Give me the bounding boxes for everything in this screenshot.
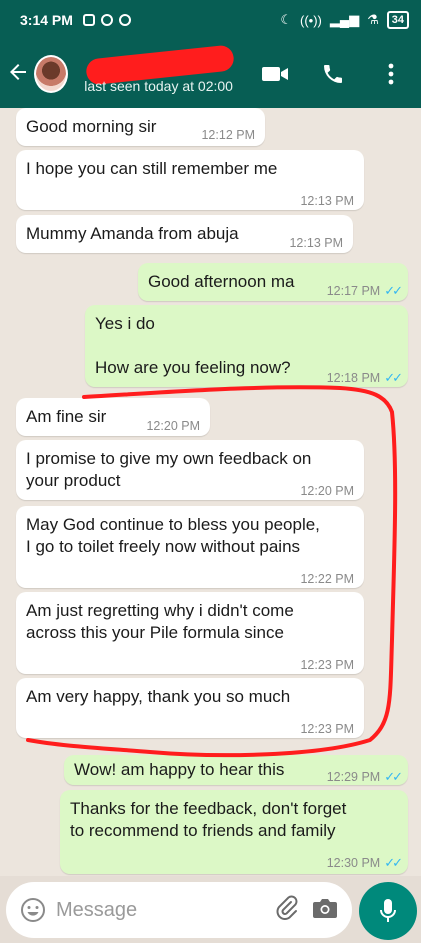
message-text-line: I promise to give my own feedback on — [26, 449, 312, 468]
emoji-icon[interactable] — [20, 897, 46, 923]
camera-icon[interactable] — [312, 897, 338, 924]
message-time: 12:20 PM — [146, 419, 200, 433]
message-input[interactable] — [56, 898, 256, 922]
message-bubble[interactable]: I promise to give my own feedback on you… — [16, 440, 364, 500]
message-bubble[interactable]: Am fine sir 12:20 PM — [16, 398, 210, 436]
back-arrow-icon[interactable] — [6, 60, 34, 88]
message-bubble[interactable]: Mummy Amanda from abuja 12:13 PM — [16, 215, 353, 253]
message-text: Good afternoon ma — [148, 272, 295, 291]
message-time: 12:23 PM — [300, 722, 354, 736]
message-bubble[interactable]: Good afternoon ma 12:17 PM ✓✓ — [138, 263, 408, 301]
message-time: 12:22 PM — [300, 572, 354, 586]
message-bubble[interactable]: May God continue to bless you people, I … — [16, 506, 364, 588]
last-seen-status: last seen today at 02:00 — [84, 78, 233, 94]
message-bubble[interactable]: Yes i do How are you feeling now? 12:18 … — [85, 305, 408, 387]
more-options-icon[interactable] — [377, 60, 405, 88]
whatsapp-notification-icon — [100, 14, 113, 26]
message-bubble[interactable]: Good morning sir 12:12 PM — [16, 108, 265, 146]
do-not-disturb-icon: ☾ — [280, 12, 292, 27]
battery-icon: 34 — [386, 11, 409, 29]
message-time: 12:23 PM — [300, 658, 354, 672]
message-composer — [6, 882, 352, 938]
read-receipt-icon: ✓✓ — [384, 855, 403, 870]
message-time: 12:20 PM — [300, 484, 354, 498]
message-bubble[interactable]: Am just regretting why i didn't come acr… — [16, 592, 364, 674]
message-bubble[interactable]: Am very happy, thank you so much 12:23 P… — [16, 678, 364, 738]
message-bubble[interactable]: Wow! am happy to hear this 12:29 PM ✓✓ — [64, 755, 408, 785]
read-receipt-icon: ✓✓ — [384, 370, 403, 385]
message-time: 12:29 PM — [326, 770, 381, 784]
message-time: 12:13 PM — [289, 236, 343, 250]
attach-icon[interactable] — [276, 895, 298, 926]
status-bar: 3:14 PM ☾ ((•)) ▂▄▆ ⚗ 34 — [0, 0, 421, 40]
status-time: 3:14 PM — [20, 12, 73, 28]
message-text: Wow! am happy to hear this — [74, 760, 285, 779]
message-text: I hope you can still remember me — [26, 159, 278, 178]
message-time: 12:18 PM — [326, 371, 381, 385]
message-text-line: Yes i do — [95, 314, 155, 333]
message-text-line: I go to toilet freely now without pains — [26, 537, 301, 556]
message-text-line: Am just regretting why i didn't come — [26, 601, 294, 620]
signal-icon: ▂▄▆ — [329, 12, 360, 27]
chat-header: last seen today at 02:00 — [0, 40, 421, 108]
message-time: 12:13 PM — [300, 194, 354, 208]
message-time: 12:30 PM — [326, 856, 381, 870]
message-text-line: May God continue to bless you people, — [26, 515, 320, 534]
message-bubble[interactable]: I hope you can still remember me 12:13 P… — [16, 150, 364, 210]
message-text-line: Thanks for the feedback, don't forget — [70, 799, 347, 818]
message-time: 12:12 PM — [201, 128, 255, 142]
message-text: Am very happy, thank you so much — [26, 687, 291, 706]
lab-icon: ⚗ — [367, 12, 379, 27]
microphone-icon — [380, 899, 396, 922]
message-text-line: to recommend to friends and family — [70, 821, 336, 840]
message-text-line: across this your Pile formula since — [26, 623, 284, 642]
hotspot-icon: ((•)) — [300, 12, 322, 28]
message-bubble[interactable]: Thanks for the feedback, don't forget to… — [60, 790, 408, 874]
contact-info[interactable]: last seen today at 02:00 — [84, 44, 261, 98]
notification-icon — [82, 14, 95, 26]
read-receipt-icon: ✓✓ — [384, 769, 403, 784]
read-receipt-icon: ✓✓ — [384, 283, 403, 298]
message-text: Good morning sir — [26, 117, 157, 136]
video-call-icon[interactable] — [261, 60, 289, 88]
message-text: Am fine sir — [26, 407, 107, 426]
message-time: 12:17 PM — [326, 284, 381, 298]
message-text: Mummy Amanda from abuja — [26, 224, 239, 243]
voice-record-button[interactable] — [359, 882, 417, 940]
contact-avatar[interactable] — [34, 55, 69, 93]
messenger-notification-icon — [118, 14, 131, 26]
voice-call-icon[interactable] — [319, 60, 347, 88]
